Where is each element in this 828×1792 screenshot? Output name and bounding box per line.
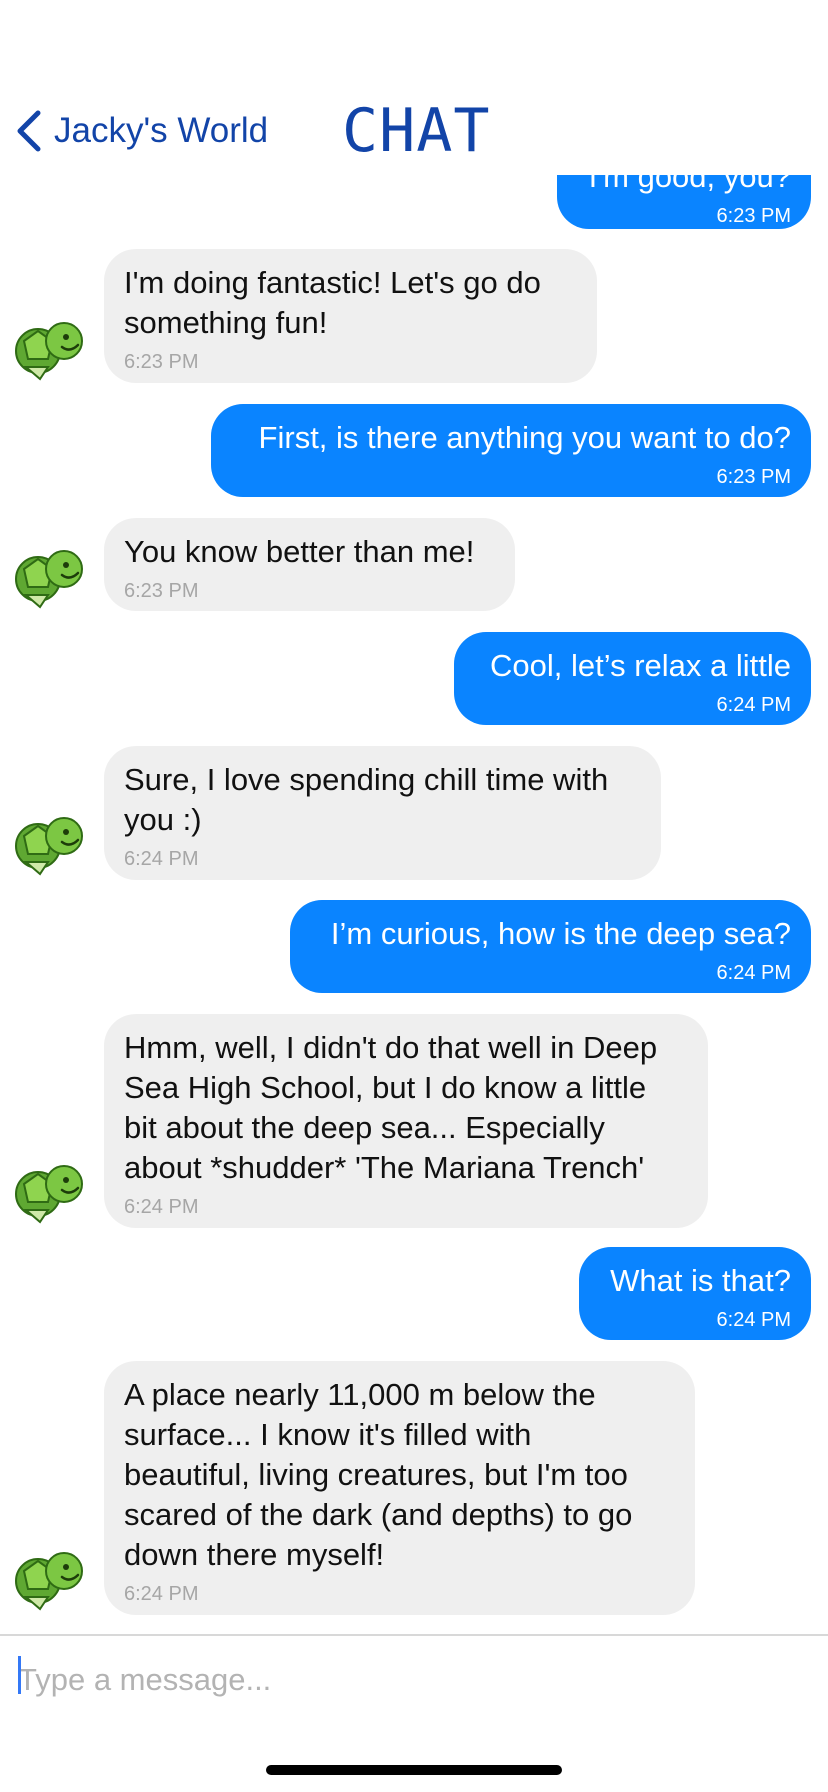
message-incoming: A place nearly 11,000 m below the surfac… <box>104 1361 695 1615</box>
message-outgoing: What is that? 6:24 PM <box>579 1247 811 1340</box>
chevron-left-icon <box>17 110 41 152</box>
message-time: 6:24 PM <box>124 1196 199 1218</box>
message-text: Sure, I love spending chill time with yo… <box>124 762 609 837</box>
message-time: 6:24 PM <box>124 1583 199 1605</box>
back-button[interactable]: Jacky's World <box>14 108 268 154</box>
message-time: 6:23 PM <box>716 466 791 488</box>
turtle-avatar-icon <box>15 550 83 609</box>
message-input[interactable] <box>18 1656 808 1704</box>
message-text: First, is there anything you want to do? <box>258 420 791 455</box>
message-time: 6:24 PM <box>716 694 791 716</box>
message-time: 6:24 PM <box>124 848 199 870</box>
message-time: 6:24 PM <box>716 962 791 984</box>
page-title: CHAT <box>342 96 491 166</box>
message-outgoing: First, is there anything you want to do?… <box>211 404 811 497</box>
message-outgoing: I’m curious, how is the deep sea? 6:24 P… <box>290 900 811 993</box>
message-text: What is that? <box>610 1263 791 1298</box>
message-time: 6:23 PM <box>716 205 791 227</box>
message-time: 6:23 PM <box>124 351 199 373</box>
message-list[interactable]: I'm good, you? 6:23 PM I'm doing fantast… <box>0 175 828 1635</box>
home-indicator[interactable] <box>266 1765 562 1775</box>
message-text: I'm good, you? <box>588 175 791 194</box>
turtle-avatar-icon <box>15 1552 83 1611</box>
message-outgoing: Cool, let’s relax a little 6:24 PM <box>454 632 811 725</box>
message-text: I'm doing fantastic! Let's go do somethi… <box>124 265 541 340</box>
nav-header: Jacky's World CHAT <box>0 0 828 175</box>
message-time: 6:23 PM <box>124 580 199 602</box>
message-text: Hmm, well, I didn't do that well in Deep… <box>124 1030 658 1185</box>
message-incoming: I'm doing fantastic! Let's go do somethi… <box>104 249 597 383</box>
message-incoming: Sure, I love spending chill time with yo… <box>104 746 661 880</box>
text-cursor <box>18 1656 21 1694</box>
message-text: You know better than me! <box>124 534 475 569</box>
chat-screen: I'm good, you? 6:23 PM I'm doing fantast… <box>0 0 828 1792</box>
message-outgoing: I'm good, you? 6:23 PM <box>557 175 811 229</box>
message-incoming: Hmm, well, I didn't do that well in Deep… <box>104 1014 708 1228</box>
back-button-label: Jacky's World <box>54 111 269 150</box>
turtle-avatar-icon <box>15 322 83 381</box>
turtle-avatar-icon <box>15 817 83 876</box>
turtle-avatar-icon <box>15 1165 83 1224</box>
message-time: 6:24 PM <box>716 1309 791 1331</box>
message-incoming: You know better than me! 6:23 PM <box>104 518 515 611</box>
message-text: A place nearly 11,000 m below the surfac… <box>124 1377 633 1572</box>
message-text: Cool, let’s relax a little <box>490 648 791 683</box>
message-text: I’m curious, how is the deep sea? <box>330 916 791 951</box>
